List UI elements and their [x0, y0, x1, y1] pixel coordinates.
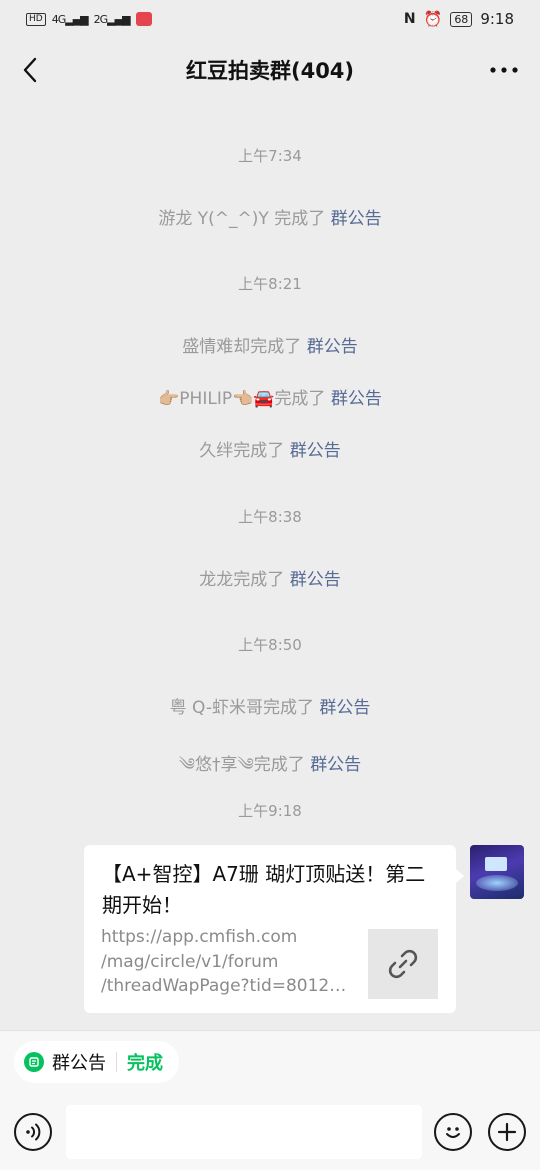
timestamp: 上午7:34 [238, 147, 302, 165]
bottom-bar: 群公告 完成 [0, 1030, 540, 1170]
voice-button[interactable] [14, 1113, 52, 1151]
system-message: 久绊完成了 群公告 [199, 441, 341, 461]
plus-button[interactable] [488, 1113, 526, 1151]
group-notice-link[interactable]: 群公告 [331, 389, 382, 409]
system-message: 游龙 Y(^_^)Y 完成了 群公告 [158, 209, 382, 229]
link-card-thumbnail [368, 929, 438, 999]
timestamp: 上午8:38 [238, 508, 302, 526]
nfc-icon: N [403, 11, 416, 27]
page-title: 红豆拍卖群(404) [185, 59, 355, 83]
group-notice-pill[interactable]: 群公告 完成 [14, 1041, 179, 1083]
done-button[interactable]: 完成 [127, 1049, 163, 1075]
message-input[interactable] [66, 1105, 422, 1159]
more-icon [490, 67, 518, 73]
battery-icon: 68 [450, 11, 473, 27]
system-message: 粤 Q-虾米哥完成了 群公告 [169, 698, 371, 718]
hd-badge: HD [26, 12, 46, 26]
timestamp: 上午8:21 [238, 275, 302, 293]
divider [116, 1052, 117, 1072]
system-message: ༄悠†享༄完成了 群公告 [178, 755, 362, 775]
group-notice-link[interactable]: 群公告 [290, 441, 341, 461]
timestamp: 上午9:18 [238, 802, 302, 820]
group-notice-link[interactable]: 群公告 [319, 698, 370, 718]
system-message: 龙龙完成了 群公告 [199, 570, 341, 590]
chevron-left-icon [23, 57, 37, 83]
alarm-icon: ⏰ [423, 10, 443, 28]
link-card-url: https://app.cmfish.com /mag/circle/v1/fo… [101, 927, 356, 996]
avatar[interactable] [470, 845, 524, 899]
link-icon [388, 949, 418, 979]
voice-icon [26, 1123, 41, 1141]
link-card-message[interactable]: 【A+智控】A7珊 瑚灯顶贴送！第二期开始！ https://app.cmfis… [84, 845, 464, 1013]
group-notice-link[interactable]: 群公告 [331, 209, 382, 229]
plus-icon [497, 1122, 517, 1142]
group-notice-link[interactable]: 群公告 [307, 337, 358, 357]
notice-icon [24, 1052, 44, 1072]
system-message: 👉🏼PHILIP👈🏼🚘完成了 群公告 [158, 389, 382, 409]
emoji-icon [446, 1127, 460, 1138]
status-bar: HD 4G▂▄▆ 2G▂▄▆ N ⏰ 68 9:18 [0, 0, 540, 38]
status-time: 9:18 [480, 10, 514, 28]
link-card-title: 【A+智控】A7珊 瑚灯顶贴送！第二期开始！ [102, 862, 426, 917]
system-message: 盛情难却完成了 群公告 [182, 337, 358, 357]
chat-header: 红豆拍卖群(404) [0, 38, 540, 102]
signal-2g-icon: 2G▂▄▆ [93, 12, 131, 26]
notice-label: 群公告 [52, 1053, 106, 1074]
timestamp: 上午8:50 [238, 636, 302, 654]
group-notice-link[interactable]: 群公告 [290, 570, 341, 590]
back-button[interactable] [12, 52, 48, 88]
app-notification-icon [135, 12, 152, 26]
signal-4g-icon: 4G▂▄▆ [51, 12, 89, 26]
emoji-button[interactable] [434, 1113, 472, 1151]
group-notice-link[interactable]: 群公告 [310, 755, 361, 775]
more-button[interactable] [484, 52, 524, 88]
chat-message-list[interactable]: 上午7:34 游龙 Y(^_^)Y 完成了 群公告 上午8:21 盛情难却完成了… [0, 102, 540, 1030]
